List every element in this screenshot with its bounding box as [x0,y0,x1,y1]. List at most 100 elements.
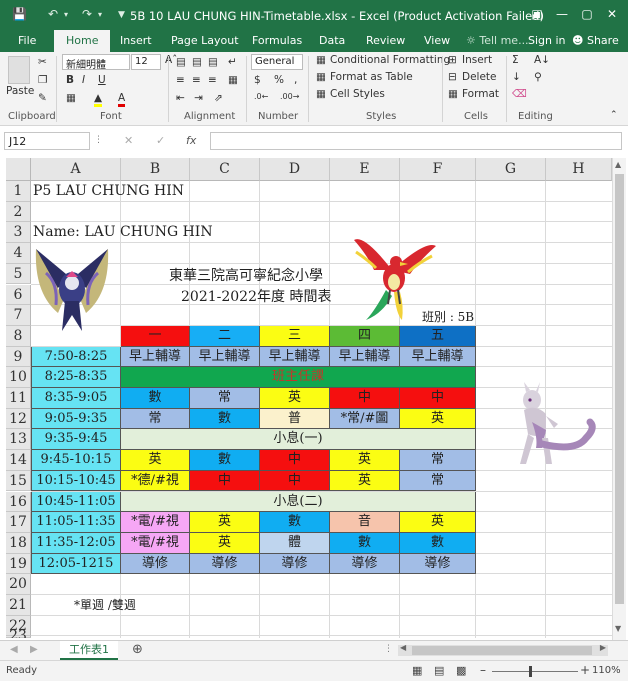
mewtwo-picture[interactable] [506,378,598,470]
chevron-down-icon[interactable]: ▾ [98,10,102,19]
zoom-level[interactable]: 110% [592,665,621,676]
merge-center-icon[interactable]: ▦ [228,74,238,86]
save-icon[interactable]: 💾 [12,7,27,21]
column-header-g[interactable]: G [476,158,546,181]
column-header-h[interactable]: H [546,158,612,181]
lesson-cell[interactable]: 早上輔導 [400,346,476,368]
time-slot-cell[interactable]: 7:50-8:25 [31,346,121,368]
school-name[interactable]: 東華三院高可寧紀念小學 [169,265,323,285]
time-slot-cell[interactable]: 8:25-8:35 [31,367,121,388]
decrease-decimal-icon[interactable]: .00→ [280,92,299,101]
lesson-cell[interactable]: 數 [260,512,330,533]
zoom-slider-thumb[interactable] [529,666,532,677]
align-bottom-icon[interactable]: ▤ [208,56,218,68]
tab-formulas[interactable]: Formulas [252,34,302,47]
lesson-cell[interactable]: 英 [190,532,260,554]
formula-input[interactable] [210,132,622,150]
horizontal-scrollbar[interactable]: ◀ ▶ [398,643,608,656]
lesson-cell[interactable]: 早上輔導 [121,346,190,368]
fill-color-icon[interactable]: ▲ [94,92,103,107]
minimize-button[interactable]: — [551,4,573,24]
chevron-down-icon[interactable]: ▾ [64,10,68,19]
time-slot-cell[interactable]: 8:35-9:05 [31,388,121,409]
row-header-8[interactable]: 8 [6,325,31,347]
lesson-cell[interactable]: 英 [190,512,260,533]
row-header-13[interactable]: 13 [6,429,31,451]
day-header-3[interactable]: 三 [260,325,330,347]
row-header-12[interactable]: 12 [6,408,31,430]
school-year[interactable]: 2021-2022年度 時間表 [181,286,331,306]
row-header-1[interactable]: 1 [6,181,31,202]
lesson-cell[interactable]: 中 [400,388,476,409]
sign-in-link[interactable]: Sign in [528,34,566,47]
cut-icon[interactable]: ✂ [38,56,47,68]
align-right-icon[interactable]: ≡ [208,74,217,86]
time-slot-cell[interactable]: 11:05-11:35 [31,512,121,533]
lesson-cell[interactable]: 中 [260,450,330,471]
zoom-slider[interactable] [492,671,578,672]
lesson-cell[interactable]: 導修 [330,553,400,575]
day-header-2[interactable]: 二 [190,325,260,347]
format-as-table-icon[interactable]: ▦ [316,71,326,83]
cancel-icon[interactable]: ✕ [124,134,133,147]
format-as-table-button[interactable]: Format as Table [330,71,413,83]
paste-button[interactable]: Paste [6,85,34,97]
row-header-21[interactable]: 21 [6,595,31,616]
align-top-icon[interactable]: ▤ [176,56,186,68]
lesson-cell[interactable]: 導修 [400,553,476,575]
sheet-tab-active[interactable]: 工作表1 [60,641,118,660]
column-header-b[interactable]: B [121,158,190,181]
lesson-cell[interactable]: 英 [260,388,330,409]
scroll-down-icon[interactable]: ▼ [615,624,621,633]
row-header-18[interactable]: 18 [6,532,31,554]
increase-indent-icon[interactable]: ⇥ [194,92,203,104]
lesson-cell[interactable]: *電/#視 [121,512,190,533]
h-scroll-thumb[interactable] [412,646,592,655]
column-header-d[interactable]: D [260,158,330,181]
select-all-corner[interactable] [6,158,31,181]
row-header-16[interactable]: 16 [6,491,31,513]
lesson-cell[interactable]: 早上輔導 [260,346,330,368]
scroll-left-icon[interactable]: ◀ [400,643,406,652]
row-header-23[interactable]: 23 [6,631,31,638]
tab-view[interactable]: View [424,34,450,47]
vertical-scrollbar[interactable]: ▲ ▼ [612,158,626,640]
font-color-icon[interactable]: A [118,92,126,107]
lesson-cell[interactable]: 數 [121,388,190,409]
time-slot-cell[interactable]: 10:45-11:05 [31,491,121,513]
page-layout-view-icon[interactable]: ▤ [434,664,444,677]
add-sheet-icon[interactable]: ⊕ [132,642,143,657]
lesson-cell[interactable]: 數 [190,450,260,471]
row-header-15[interactable]: 15 [6,470,31,492]
lesson-cell[interactable]: 導修 [260,553,330,575]
copy-icon[interactable]: ❐ [38,74,47,86]
tab-home[interactable]: Home [54,30,111,52]
tab-file[interactable]: File [18,34,36,47]
lunala-picture[interactable] [32,243,112,335]
page-break-view-icon[interactable]: ▩ [456,664,466,677]
lesson-cell[interactable]: 英 [330,470,400,492]
accounting-format-icon[interactable]: $ [254,74,261,86]
insert-function-icon[interactable]: fx [186,134,196,147]
merged-period-cell[interactable]: 小息(二) [121,491,476,513]
lesson-cell[interactable]: 英 [121,450,190,471]
name-box[interactable]: J12 [4,132,90,150]
delete-cells-button[interactable]: Delete [462,71,497,83]
lesson-cell[interactable]: 導修 [190,553,260,575]
format-cells-button[interactable]: Format [462,88,499,100]
enter-icon[interactable]: ✓ [156,134,165,147]
align-center-icon[interactable]: ≡ [192,74,201,86]
collapse-ribbon-icon[interactable]: ⌃ [610,110,618,120]
cell-a1[interactable]: P5 LAU CHUNG HIN [33,183,184,199]
maximize-button[interactable]: ▢ [576,4,598,24]
tab-insert[interactable]: Insert [120,34,152,47]
lesson-cell[interactable]: 中 [330,388,400,409]
insert-cells-button[interactable]: Insert [462,54,492,66]
row-header-10[interactable]: 10 [6,367,31,388]
cell-a3[interactable]: Name: LAU CHUNG HIN [33,224,213,240]
close-button[interactable]: ✕ [601,4,623,24]
day-header-5[interactable]: 五 [400,325,476,347]
time-slot-cell[interactable]: 12:05-1215 [31,553,121,575]
zoom-in-icon[interactable]: + [580,663,590,677]
italic-icon[interactable]: I [82,74,85,86]
